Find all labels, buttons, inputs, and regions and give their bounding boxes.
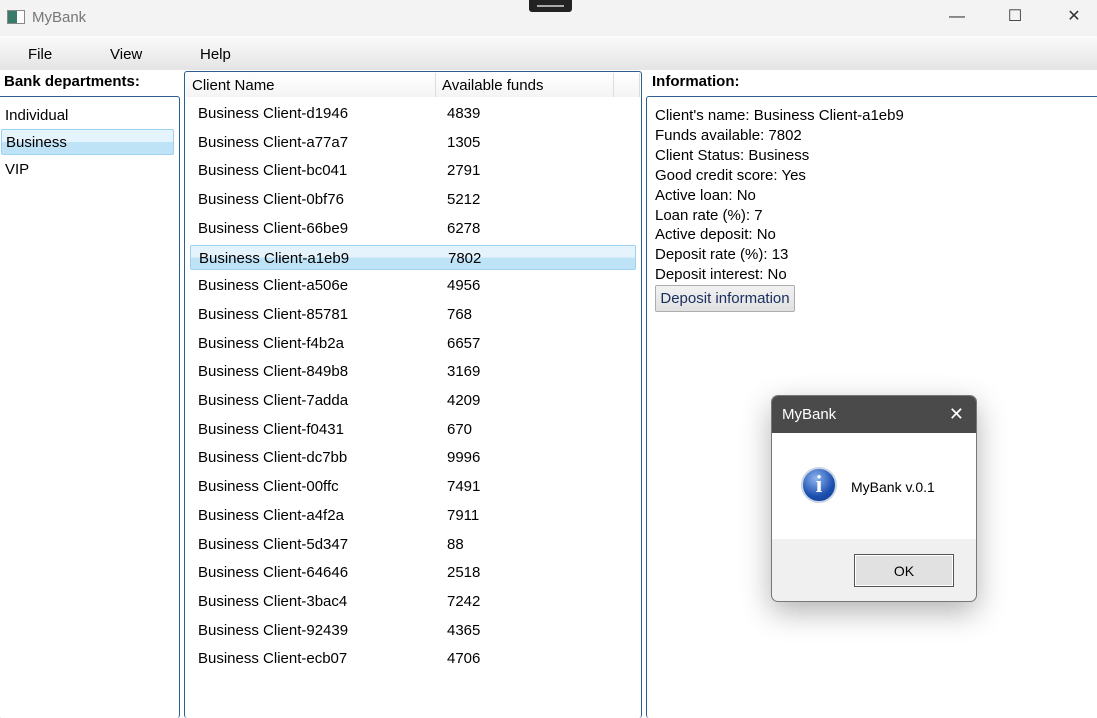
department-individual[interactable]: Individual (1, 103, 174, 129)
column-client-name[interactable]: Client Name (186, 73, 436, 97)
client-funds: 4209 (447, 392, 481, 409)
client-name: Business Client-a1eb9 (199, 249, 350, 267)
client-row[interactable]: Business Client-3bac4 7242 (190, 589, 636, 614)
departments-header: Bank departments: (4, 73, 140, 90)
client-funds: 88 (447, 535, 464, 553)
client-funds: 4365 (447, 621, 481, 639)
client-row[interactable]: Business Client-0bf76 5212 (190, 187, 636, 212)
client-funds: 7491 (447, 478, 481, 496)
column-filler (614, 73, 640, 97)
close-button[interactable]: ✕ (1059, 6, 1089, 30)
client-row[interactable]: Business Client-f4b2a 6657 (190, 331, 636, 356)
info-line: Funds available: 7802 (655, 126, 802, 144)
client-funds: 6657 (447, 334, 481, 352)
info-line: Loan rate (%): 7 (655, 206, 763, 224)
client-funds: 2791 (447, 162, 481, 180)
client-name: Business Client-64646 (198, 564, 349, 582)
client-row[interactable]: Business Client-849b8 3169 (190, 359, 636, 384)
clients-list[interactable]: Client Name Available funds Business Cli… (184, 71, 642, 718)
client-funds: 7242 (447, 592, 481, 610)
client-row[interactable]: Business Client-92439 4365 (190, 618, 636, 643)
information-header: Information: (652, 73, 740, 90)
client-funds: 3169 (447, 363, 481, 381)
dialog-close-button[interactable]: ✕ (949, 396, 964, 433)
client-row[interactable]: Business Client-a77a7 1305 (190, 130, 636, 155)
information-icon: i (801, 467, 837, 503)
client-name: Business Client-d1946 (198, 105, 349, 122)
client-row[interactable]: Business Client-64646 2518 (190, 560, 636, 585)
departments-list[interactable]: Individual Business VIP (0, 96, 180, 718)
info-line: Client Status: Business (655, 146, 810, 164)
client-name: Business Client-a4f2a (198, 506, 344, 524)
client-name: Business Client-85781 (198, 305, 349, 323)
client-row[interactable]: Business Client-7adda 4209 (190, 388, 636, 413)
client-name: Business Client-00ffc (198, 478, 339, 496)
menu-view[interactable]: View (110, 46, 142, 63)
client-funds: 4956 (447, 277, 481, 295)
window-title: MyBank (32, 9, 87, 26)
client-funds: 1305 (447, 133, 481, 151)
client-row[interactable]: Business Client-a506e 4956 (190, 273, 636, 298)
client-row[interactable]: Business Client-a4f2a 7911 (190, 503, 636, 528)
dialog-message: MyBank v.0.1 (851, 479, 935, 495)
client-funds: 7802 (448, 249, 482, 267)
client-row[interactable]: Business Client-ecb07 4706 (190, 646, 636, 671)
client-funds: 6278 (447, 219, 481, 237)
client-row[interactable]: Business Client-bc041 2791 (190, 158, 636, 183)
dialog-title: MyBank (782, 406, 837, 423)
client-name: Business Client-66be9 (198, 219, 349, 237)
client-funds: 2518 (447, 564, 481, 582)
dialog-title-bar: MyBank ✕ (772, 396, 976, 433)
client-row[interactable]: Business Client-66be9 6278 (190, 216, 636, 241)
client-name: Business Client-a506e (198, 277, 349, 295)
client-row[interactable]: Business Client-00ffc 7491 (190, 474, 636, 499)
client-funds: 4706 (447, 650, 481, 668)
client-name: Business Client-849b8 (198, 363, 349, 381)
info-line: Active loan: No (655, 186, 756, 204)
client-name: Business Client-5d347 (198, 535, 349, 553)
info-line: Deposit rate (%): 13 (655, 246, 789, 264)
menu-bar: File View Help (0, 36, 1097, 70)
menu-help[interactable]: Help (200, 46, 231, 63)
info-line: Client's name: Business Client-a1eb9 (655, 107, 904, 124)
deposit-information-button[interactable]: Deposit information (655, 285, 795, 312)
client-name: Business Client-0bf76 (198, 191, 344, 209)
client-row[interactable]: Business Client-85781 768 (190, 302, 636, 327)
client-name: Business Client-a77a7 (198, 133, 349, 151)
info-line: Deposit interest: No (655, 266, 787, 284)
info-line: Good credit score: Yes (655, 166, 806, 184)
client-row[interactable]: Business Client-a1eb9 7802 (190, 244, 636, 270)
client-name: Business Client-bc041 (198, 162, 348, 180)
snap-grip[interactable] (529, 0, 572, 12)
dialog-body: i MyBank v.0.1 (772, 433, 976, 539)
minimize-button[interactable]: — (942, 6, 972, 30)
client-name: Business Client-7adda (198, 392, 349, 409)
client-name: Business Client-3bac4 (198, 592, 348, 610)
ok-button[interactable]: OK (854, 554, 954, 587)
client-funds: 768 (447, 305, 473, 323)
client-row[interactable]: Business Client-dc7bb 9996 (190, 445, 636, 470)
client-name: Business Client-f0431 (198, 420, 344, 438)
client-funds: 9996 (447, 449, 481, 467)
title-bar: MyBank — ☐ ✕ (0, 0, 1097, 36)
maximize-button[interactable]: ☐ (1000, 6, 1030, 30)
department-business[interactable]: Business (1, 129, 174, 155)
client-name: Business Client-92439 (198, 621, 349, 639)
about-dialog: MyBank ✕ i MyBank v.0.1 OK (771, 395, 977, 602)
client-funds: 7911 (447, 506, 480, 524)
client-funds: 4839 (447, 105, 481, 122)
column-available-funds[interactable]: Available funds (436, 73, 614, 97)
client-name: Business Client-dc7bb (198, 449, 348, 467)
department-vip[interactable]: VIP (1, 157, 174, 183)
info-line: Active deposit: No (655, 226, 776, 244)
client-row[interactable]: Business Client-d1946 4839 (190, 101, 636, 126)
client-name: Business Client-f4b2a (198, 334, 344, 352)
client-name: Business Client-ecb07 (198, 650, 348, 668)
client-funds: 5212 (447, 191, 481, 209)
client-funds: 670 (447, 420, 473, 438)
client-row[interactable]: Business Client-5d347 88 (190, 532, 636, 557)
menu-file[interactable]: File (28, 46, 52, 63)
client-row[interactable]: Business Client-f0431 670 (190, 417, 636, 442)
app-icon (7, 10, 25, 24)
